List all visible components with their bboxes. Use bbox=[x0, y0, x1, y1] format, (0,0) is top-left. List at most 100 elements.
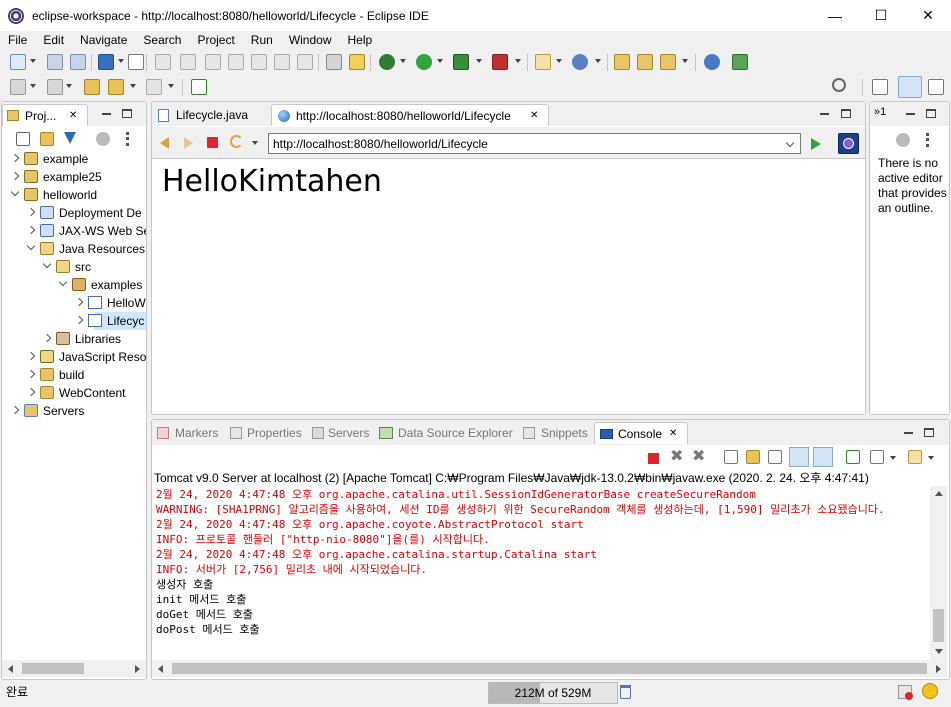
chevron-down-icon[interactable] bbox=[30, 59, 36, 63]
console-icon[interactable] bbox=[98, 54, 114, 70]
more-options-icon[interactable] bbox=[926, 133, 929, 147]
chevron-down-icon[interactable] bbox=[30, 84, 36, 88]
tree-item[interactable]: example bbox=[2, 150, 146, 168]
search-icon[interactable] bbox=[832, 78, 846, 92]
word-wrap-icon[interactable] bbox=[768, 450, 782, 464]
tab-lifecycle-java[interactable]: Lifecycle.java bbox=[152, 104, 270, 126]
back-icon[interactable] bbox=[160, 137, 169, 149]
save-all-icon[interactable] bbox=[70, 54, 86, 70]
forward-icon[interactable] bbox=[146, 79, 162, 95]
eclipse-web-browser-icon[interactable] bbox=[838, 133, 859, 154]
close-icon[interactable]: ✕ bbox=[69, 105, 77, 127]
step-over-icon[interactable] bbox=[274, 54, 290, 70]
collapse-all-icon[interactable] bbox=[16, 132, 30, 146]
refresh-icon[interactable] bbox=[230, 135, 243, 148]
close-window-button[interactable]: ✕ bbox=[905, 0, 951, 31]
maximize-view-icon[interactable] bbox=[924, 428, 934, 437]
debug-step-icon[interactable] bbox=[155, 54, 171, 70]
tree-item[interactable]: Lifecyc bbox=[2, 312, 146, 330]
pin-console-icon[interactable] bbox=[846, 450, 860, 464]
menu-search[interactable]: Search bbox=[135, 31, 189, 50]
run-icon[interactable] bbox=[416, 54, 432, 70]
close-icon[interactable]: ✕ bbox=[669, 423, 677, 445]
tab-project-explorer[interactable]: Proj... ✕ bbox=[2, 104, 88, 126]
chevron-right-icon[interactable] bbox=[42, 333, 52, 343]
chevron-down-icon[interactable] bbox=[26, 241, 36, 251]
link-with-editor-icon[interactable] bbox=[40, 132, 54, 146]
more-options-icon[interactable] bbox=[126, 132, 129, 146]
tree-item[interactable]: Deployment De bbox=[2, 204, 146, 222]
tree-item[interactable]: helloworld bbox=[2, 186, 146, 204]
new-server-icon[interactable] bbox=[535, 54, 551, 70]
chevron-down-icon[interactable] bbox=[66, 84, 72, 88]
chevron-right-icon[interactable] bbox=[10, 153, 20, 163]
scrollbar-thumb[interactable] bbox=[22, 663, 84, 674]
last-edit-icon[interactable] bbox=[84, 79, 100, 95]
chevron-down-icon[interactable] bbox=[515, 59, 521, 63]
console-vscrollbar[interactable] bbox=[930, 486, 947, 660]
scroll-lock-icon[interactable] bbox=[746, 450, 760, 464]
chevron-down-icon[interactable] bbox=[118, 59, 124, 63]
chevron-down-icon[interactable] bbox=[928, 456, 934, 460]
chevron-down-icon[interactable] bbox=[890, 456, 896, 460]
chevron-down-icon[interactable] bbox=[58, 277, 68, 287]
chevron-right-icon[interactable] bbox=[74, 297, 84, 307]
scroll-left-icon[interactable] bbox=[8, 665, 13, 673]
remove-all-launches-icon[interactable]: ✖ bbox=[692, 449, 705, 465]
more-views-chevron[interactable]: »1 bbox=[874, 106, 886, 118]
chevron-down-icon[interactable] bbox=[476, 59, 482, 63]
chevron-down-icon[interactable] bbox=[437, 59, 443, 63]
chevron-right-icon[interactable] bbox=[26, 351, 36, 361]
chevron-down-icon[interactable] bbox=[785, 138, 795, 148]
view-menu-icon[interactable] bbox=[96, 132, 110, 146]
scrollbar-thumb[interactable] bbox=[172, 663, 927, 674]
java-perspective-icon[interactable] bbox=[928, 79, 944, 95]
tree-item[interactable]: Libraries bbox=[2, 330, 146, 348]
chevron-right-icon[interactable] bbox=[26, 207, 36, 217]
chevron-right-icon[interactable] bbox=[10, 405, 20, 415]
tree-item[interactable]: Java Resources bbox=[2, 240, 146, 258]
tab-data-source-explorer[interactable]: Data Source Explorer bbox=[376, 422, 518, 444]
updates-icon[interactable] bbox=[898, 685, 913, 700]
minimize-view-icon[interactable] bbox=[906, 113, 915, 115]
minimize-view-icon[interactable] bbox=[820, 113, 829, 115]
menu-file[interactable]: File bbox=[0, 31, 35, 50]
chevron-down-icon[interactable] bbox=[682, 59, 688, 63]
chevron-down-icon[interactable] bbox=[10, 187, 20, 197]
new-icon[interactable] bbox=[10, 54, 26, 70]
suspend-icon[interactable] bbox=[205, 54, 221, 70]
close-icon[interactable]: ✕ bbox=[530, 105, 538, 127]
trash-icon[interactable] bbox=[620, 685, 631, 699]
open-perspective-icon[interactable] bbox=[872, 79, 888, 95]
chevron-down-icon[interactable] bbox=[400, 59, 406, 63]
forward-icon[interactable] bbox=[184, 137, 193, 149]
step-return-icon[interactable] bbox=[297, 54, 313, 70]
tree-item[interactable]: build bbox=[2, 366, 146, 384]
chevron-down-icon[interactable] bbox=[252, 141, 258, 145]
heap-status[interactable]: 212M of 529M bbox=[488, 682, 618, 704]
chevron-right-icon[interactable] bbox=[26, 369, 36, 379]
scroll-right-icon[interactable] bbox=[135, 665, 140, 673]
tab-browser-lifecycle[interactable]: http://localhost:8080/helloworld/Lifecyc… bbox=[271, 104, 549, 126]
chevron-down-icon[interactable] bbox=[168, 84, 174, 88]
open-resource-icon[interactable] bbox=[637, 54, 653, 70]
scroll-up-icon[interactable] bbox=[935, 491, 943, 496]
chevron-down-icon[interactable] bbox=[556, 59, 562, 63]
remove-launch-icon[interactable]: ✖ bbox=[670, 449, 683, 465]
java-ee-perspective-button[interactable] bbox=[898, 76, 922, 98]
console-output[interactable]: 2월 24, 2020 4:47:48 오후 org.apache.catali… bbox=[152, 486, 930, 660]
tab-markers[interactable]: Markers bbox=[152, 422, 224, 444]
clear-console-icon[interactable] bbox=[724, 450, 738, 464]
scroll-down-icon[interactable] bbox=[935, 649, 943, 654]
chevron-right-icon[interactable] bbox=[26, 225, 36, 235]
tab-snippets[interactable]: Snippets bbox=[520, 422, 592, 444]
chevron-right-icon[interactable] bbox=[74, 315, 84, 325]
menu-edit[interactable]: Edit bbox=[35, 31, 72, 50]
tree-item[interactable]: Servers bbox=[2, 402, 146, 420]
go-icon[interactable] bbox=[811, 138, 821, 150]
view-menu-icon[interactable] bbox=[896, 133, 910, 147]
save-icon[interactable] bbox=[47, 54, 63, 70]
project-explorer-hscrollbar[interactable] bbox=[2, 660, 146, 677]
stop-icon[interactable] bbox=[207, 137, 218, 148]
url-input[interactable] bbox=[269, 134, 769, 153]
